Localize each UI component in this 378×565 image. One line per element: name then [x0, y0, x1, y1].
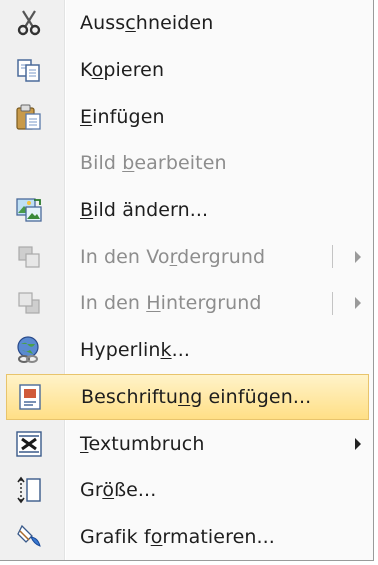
- menu-item-label: Bild ändern...: [80, 199, 209, 222]
- menu-item-label: Hyperlink...: [80, 339, 191, 362]
- menu-item-bild-bearbeiten[interactable]: Bild bearbeiten: [0, 140, 373, 187]
- menu-item-label: Ausschneiden: [80, 12, 214, 35]
- format-picture-icon: [14, 522, 44, 552]
- menu-item-label: Kopieren: [80, 59, 165, 82]
- menu-item-beschriftung-einfuegen[interactable]: Beschriftung einfügen...: [6, 373, 369, 421]
- submenu-arrow-icon[interactable]: [355, 437, 361, 450]
- menu-item-label: In den Vordergrund: [80, 245, 266, 268]
- menu-item-label: Grafik formatieren...: [80, 525, 275, 548]
- scissors-icon: [14, 8, 44, 38]
- menu-item-hyperlink[interactable]: Hyperlink...: [0, 327, 373, 374]
- submenu-arrow-icon[interactable]: [355, 250, 361, 263]
- menu-item-label: Einfügen: [80, 105, 165, 128]
- paste-icon: [14, 102, 44, 132]
- menu-item-grafik-formatieren[interactable]: Grafik formatieren...: [0, 514, 373, 561]
- context-menu: Ausschneiden Kopieren Einfügen Bild bear…: [0, 0, 374, 561]
- menu-item-label: Bild bearbeiten: [80, 152, 227, 175]
- menu-item-textumbruch[interactable]: Textumbruch: [0, 420, 373, 467]
- menu-items: Ausschneiden Kopieren Einfügen Bild bear…: [0, 0, 373, 560]
- hyperlink-icon: [14, 335, 44, 365]
- submenu-divider: [332, 245, 333, 269]
- size-icon: [14, 475, 44, 505]
- menu-item-label: Textumbruch: [80, 432, 205, 455]
- menu-item-label: Größe...: [80, 479, 157, 502]
- submenu-divider: [332, 292, 333, 316]
- bring-to-front-icon: [14, 242, 44, 272]
- submenu-arrow-icon[interactable]: [355, 297, 361, 310]
- text-wrap-icon: [14, 429, 44, 459]
- menu-item-einfuegen[interactable]: Einfügen: [0, 93, 373, 140]
- menu-item-groesse[interactable]: Größe...: [0, 467, 373, 514]
- menu-item-label: In den Hintergrund: [80, 292, 262, 315]
- menu-item-ausschneiden[interactable]: Ausschneiden: [0, 0, 373, 47]
- menu-item-in-den-hintergrund[interactable]: In den Hintergrund: [0, 280, 373, 327]
- menu-item-label: Beschriftung einfügen...: [81, 385, 312, 408]
- insert-caption-icon: [15, 382, 45, 412]
- menu-item-kopieren[interactable]: Kopieren: [0, 47, 373, 94]
- change-picture-icon: [14, 195, 44, 225]
- menu-item-bild-aendern[interactable]: Bild ändern...: [0, 187, 373, 234]
- send-to-back-icon: [14, 288, 44, 318]
- menu-item-in-den-vordergrund[interactable]: In den Vordergrund: [0, 233, 373, 280]
- copy-icon: [14, 55, 44, 85]
